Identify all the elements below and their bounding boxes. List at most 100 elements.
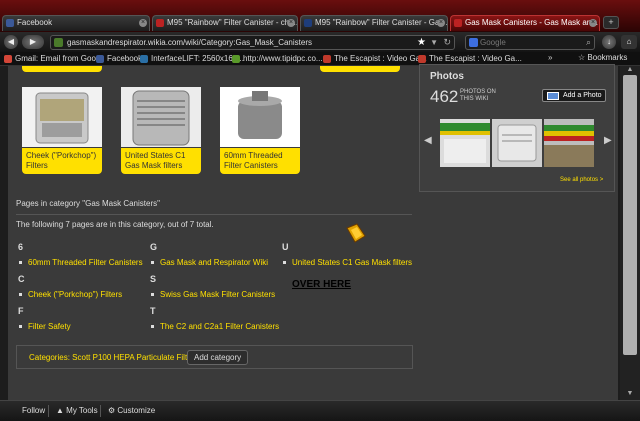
photo-thumbnail[interactable] <box>544 119 594 167</box>
facebook-icon <box>96 55 104 63</box>
scrollbar-thumb[interactable] <box>623 75 637 355</box>
download-icon[interactable]: ↓ <box>602 35 616 49</box>
carousel-next-icon[interactable]: ▶ <box>604 135 612 146</box>
group-letter: G <box>150 242 158 252</box>
carousel-prev-icon[interactable]: ◀ <box>424 135 432 146</box>
gallery-caption-strip <box>22 66 102 72</box>
site-identity-icon[interactable] <box>54 38 63 47</box>
category-link[interactable]: United States C1 Gas Mask filters <box>282 258 412 267</box>
60mm-canister-image <box>220 87 300 147</box>
wikia-icon <box>304 19 312 27</box>
bookmark-escapist-1[interactable]: The Escapist : Video Ga... <box>323 53 427 65</box>
close-icon[interactable]: × <box>437 19 445 27</box>
divider <box>48 405 49 417</box>
bookmarks-menu[interactable]: ☆ Bookmarks <box>578 53 627 62</box>
bookmark-label: http://www.tipidpc.co... <box>243 54 323 63</box>
search-placeholder: Google <box>480 38 506 47</box>
annotation-text: OVER HERE <box>292 279 351 290</box>
category-link[interactable]: Gas Mask and Respirator Wiki <box>150 258 268 267</box>
bookmark-label: InterfaceLIFT: 2560x160... <box>151 54 244 63</box>
bookmark-label: The Escapist : Video Ga... <box>429 54 522 63</box>
group-letter: C <box>18 274 25 284</box>
close-icon[interactable]: × <box>139 19 147 27</box>
back-button[interactable]: ◀ <box>4 35 18 49</box>
photos-title: Photos <box>430 71 464 82</box>
photo-thumbnail[interactable] <box>492 119 542 167</box>
follow-button[interactable]: Follow <box>22 406 45 415</box>
bookmark-interfacelift[interactable]: InterfaceLIFT: 2560x160... <box>140 53 244 65</box>
wiki-toolbar: Follow ▲ My Tools ⚙ Customize <box>0 400 640 421</box>
tab-facebook[interactable]: Facebook × <box>2 15 150 31</box>
group-letter: U <box>282 242 289 252</box>
bookmark-label: The Escapist : Video Ga... <box>334 54 427 63</box>
gallery-caption[interactable]: United States C1 Gas Mask filters <box>121 148 201 174</box>
wikia-icon <box>156 19 164 27</box>
gallery-caption-strip <box>320 66 400 72</box>
add-photo-button[interactable]: Add a Photo <box>542 89 606 102</box>
tab-label: M95 "Rainbow" Filter Canister - cha... <box>167 18 298 27</box>
gallery-caption[interactable]: Cheek ("Porkchop") Filters <box>22 148 102 174</box>
add-photo-label: Add a Photo <box>563 92 602 99</box>
group-letter: 6 <box>18 242 24 252</box>
reload-icon[interactable]: ↻ <box>443 36 451 49</box>
gear-icon: ⚙ <box>108 406 116 415</box>
group-letter: S <box>150 274 157 284</box>
address-bar[interactable]: gasmaskandrespirator.wikia.com/wiki/Cate… <box>50 35 455 50</box>
category-link[interactable]: The C2 and C2a1 Filter Canisters <box>150 322 279 331</box>
gallery-image-60mm-canisters[interactable] <box>220 87 300 147</box>
facebook-icon <box>6 19 14 27</box>
tab-m95-changes[interactable]: M95 "Rainbow" Filter Canister - cha... × <box>152 15 298 31</box>
bookmark-label: Gmail: Email from Goo... <box>15 54 103 63</box>
customize-button[interactable]: ⚙ Customize <box>108 406 155 415</box>
google-icon <box>469 38 478 47</box>
category-link[interactable]: 60mm Threaded Filter Canisters <box>18 258 143 267</box>
photo-count-label: PHOTOS ON THIS WIKI <box>460 89 496 102</box>
close-icon[interactable]: × <box>589 19 597 27</box>
photos-module: Photos 462 PHOTOS ON THIS WIKI Add a Pho… <box>419 64 615 192</box>
scroll-down-icon[interactable]: ▼ <box>622 390 638 398</box>
filter-pack-image <box>22 87 102 147</box>
group-letter: T <box>150 306 156 316</box>
wikia-icon <box>454 19 462 27</box>
my-tools-menu[interactable]: ▲ My Tools <box>56 406 98 415</box>
photo-icon <box>547 92 559 100</box>
bookmark-gmail[interactable]: Gmail: Email from Goo... <box>4 53 103 65</box>
category-link[interactable]: Swiss Gas Mask Filter Canisters <box>150 290 275 299</box>
escapist-icon <box>323 55 331 63</box>
home-icon[interactable]: ⌂ <box>621 35 637 49</box>
gallery-image-cheek-filters[interactable] <box>22 87 102 147</box>
close-icon[interactable]: × <box>287 19 295 27</box>
canister-photo-image <box>440 119 490 167</box>
search-icon[interactable]: ⌕ <box>586 36 591 49</box>
bookmark-star-icon[interactable]: ★ <box>417 36 426 49</box>
gallery-image-c1-filters[interactable] <box>121 87 201 147</box>
bookmark-tipidpc[interactable]: http://www.tipidpc.co... <box>232 53 323 65</box>
forward-button[interactable]: ▶ <box>22 35 44 49</box>
canister-photo-image <box>492 119 542 167</box>
canister-photo-image <box>544 119 594 167</box>
bookmarks-overflow[interactable]: » <box>548 53 552 62</box>
bookmark-facebook[interactable]: Facebook <box>96 53 142 65</box>
tab-gas-mask-canisters[interactable]: Gas Mask Canisters - Gas Mask an... × <box>450 15 600 31</box>
tab-m95-filter[interactable]: M95 "Rainbow" Filter Canister - Gas ... … <box>300 15 448 31</box>
tab-label: Facebook <box>17 18 53 27</box>
tab-label: M95 "Rainbow" Filter Canister - Gas ... <box>315 18 448 27</box>
new-tab-button[interactable]: + <box>603 16 619 29</box>
category-tag-link[interactable]: Scott P100 HEPA Particulate Filter <box>72 353 194 362</box>
category-link[interactable]: Cheek ("Porkchop") Filters <box>18 290 122 299</box>
url-dropdown-icon[interactable]: ▼ <box>430 36 438 49</box>
url-text: gasmaskandrespirator.wikia.com/wiki/Cate… <box>67 38 312 47</box>
browser-tab-strip: Facebook × M95 "Rainbow" Filter Canister… <box>0 0 640 32</box>
scroll-up-icon[interactable]: ▲ <box>622 66 638 74</box>
category-summary: The following 7 pages are in this catego… <box>16 220 214 229</box>
divider <box>16 214 412 215</box>
photo-thumbnail[interactable] <box>440 119 490 167</box>
gallery-caption[interactable]: 60mm Threaded Filter Canisters <box>220 148 300 174</box>
category-heading: Pages in category "Gas Mask Canisters" <box>16 199 160 208</box>
categories-label: Categories: <box>29 353 70 362</box>
category-link[interactable]: Filter Safety <box>18 322 71 331</box>
group-letter: F <box>18 306 24 316</box>
search-input[interactable]: Google ⌕ <box>465 35 595 50</box>
add-category-button[interactable]: Add category <box>187 350 249 365</box>
see-all-photos-link[interactable]: See all photos > <box>560 177 603 183</box>
